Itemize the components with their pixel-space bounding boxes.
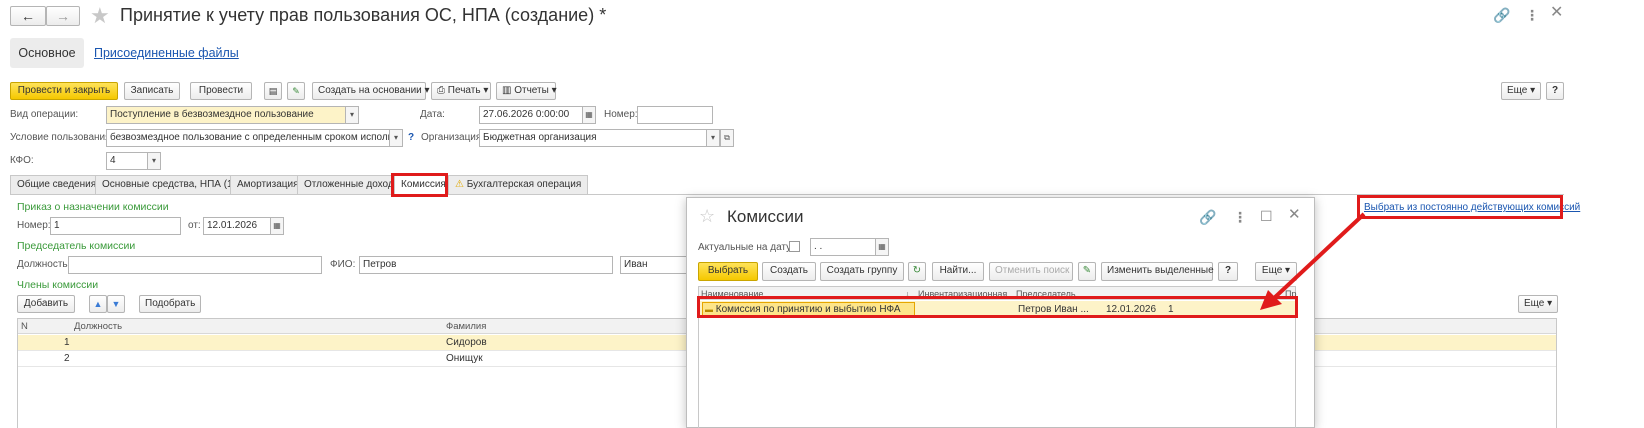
red-arrow — [1260, 212, 1366, 310]
